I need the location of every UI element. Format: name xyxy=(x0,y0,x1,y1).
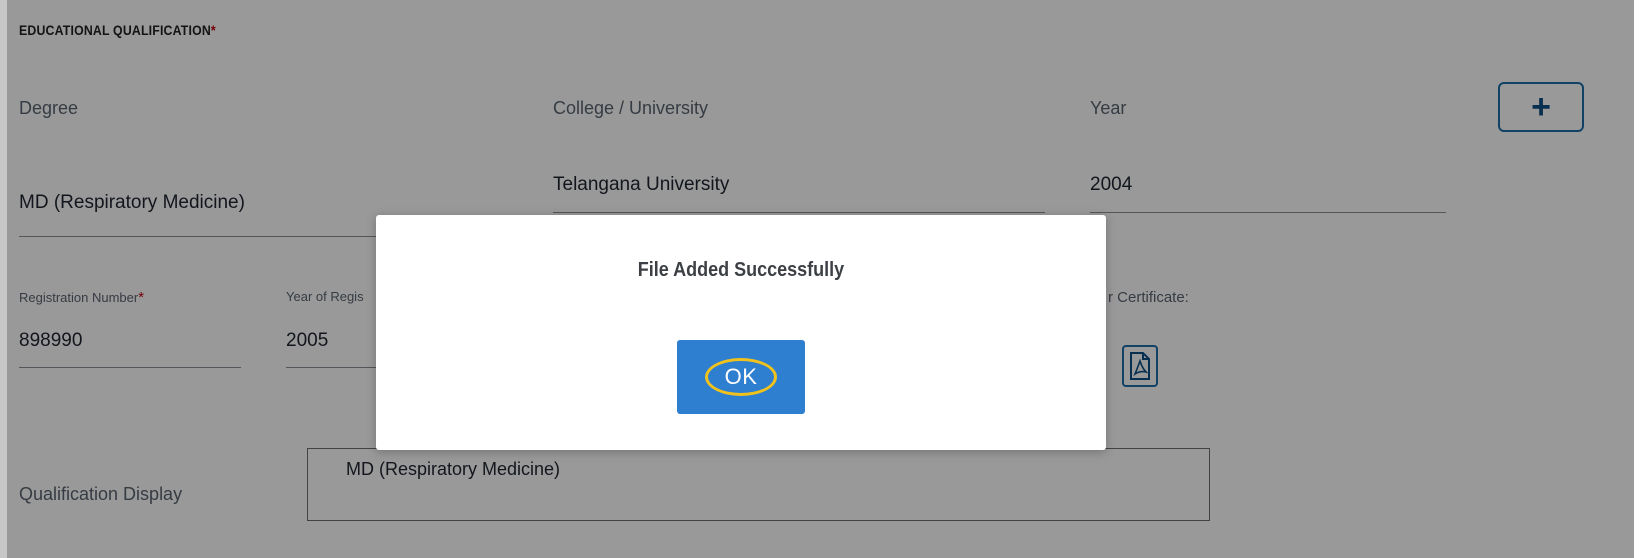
focus-ring: OK xyxy=(705,358,777,396)
overlay-edge-right xyxy=(1634,0,1639,558)
ok-button[interactable]: OK xyxy=(677,340,805,414)
overlay-edge-left xyxy=(0,0,7,558)
success-dialog: File Added Successfully OK xyxy=(376,215,1106,450)
dialog-message: File Added Successfully xyxy=(637,259,845,281)
ok-button-label: OK xyxy=(724,364,758,389)
